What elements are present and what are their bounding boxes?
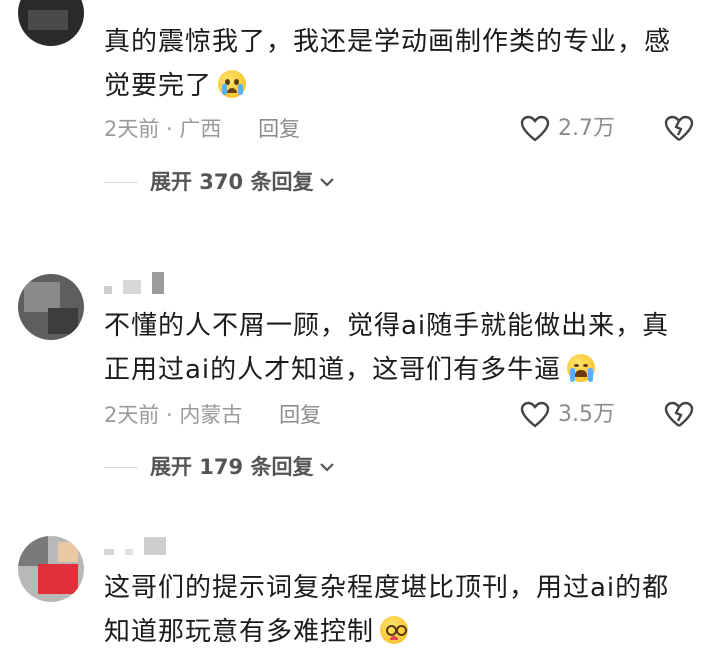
expand-replies-label: 展开 370 条回复 — [150, 170, 314, 194]
like-button[interactable]: 2.7万 — [520, 114, 615, 144]
comment-meta: 2天前 · 广西 回复 — [104, 114, 300, 144]
comment-text-line1: 这哥们的提示词复杂程度堪比顶刊，用过ai的都 — [104, 573, 670, 603]
like-count: 2.7万 — [558, 116, 615, 141]
heart-icon — [520, 115, 550, 142]
expand-replies-button[interactable]: 展开 370 条回复 — [104, 167, 335, 197]
divider — [104, 181, 138, 183]
comment-text-line1: 不懂的人不屑一顾，觉得ai随手就能做出来，真 — [104, 311, 670, 341]
like-count: 3.5万 — [558, 402, 615, 427]
heart-icon — [520, 401, 550, 428]
chevron-down-icon — [320, 178, 335, 187]
username-masked — [104, 536, 172, 558]
expand-replies-label: 展开 179 条回复 — [150, 455, 314, 479]
dislike-button[interactable] — [664, 115, 694, 147]
reply-button[interactable]: 回复 — [258, 117, 300, 141]
broken-heart-icon — [664, 115, 694, 141]
dizzy-face-icon — [380, 616, 409, 644]
comment-text: 不懂的人不屑一顾，觉得ai随手就能做出来，真 正用过ai的人才知道，这哥们有多牛… — [104, 304, 694, 392]
avatar[interactable] — [18, 0, 84, 46]
comment-text: 这哥们的提示词复杂程度堪比顶刊，用过ai的都 知道那玩意有多难控制 — [104, 566, 694, 654]
comment-text: 真的震惊我了，我还是学动画制作类的专业，感 觉要完了 — [104, 20, 694, 108]
broken-heart-icon — [664, 401, 694, 427]
comment-text-line2: 觉要完了 — [104, 71, 213, 101]
like-button[interactable]: 3.5万 — [520, 400, 615, 430]
avatar[interactable] — [18, 536, 84, 602]
username-masked — [104, 272, 170, 294]
crying-face-icon — [218, 70, 247, 98]
time-location: 2天前 · 广西 — [104, 117, 222, 141]
comment-text-line2: 知道那玩意有多难控制 — [104, 617, 375, 647]
avatar[interactable] — [18, 274, 84, 340]
dislike-button[interactable] — [664, 401, 694, 433]
comment-text-line2: 正用过ai的人才知道，这哥们有多牛逼 — [104, 355, 562, 385]
comment-text-line1: 真的震惊我了，我还是学动画制作类的专业，感 — [104, 27, 672, 57]
divider — [104, 466, 138, 468]
reply-button[interactable]: 回复 — [279, 403, 321, 427]
time-location: 2天前 · 内蒙古 — [104, 403, 243, 427]
chevron-down-icon — [320, 463, 335, 472]
expand-replies-button[interactable]: 展开 179 条回复 — [104, 452, 335, 482]
loudly-crying-face-icon — [567, 354, 596, 382]
comment-meta: 2天前 · 内蒙古 回复 — [104, 400, 321, 430]
